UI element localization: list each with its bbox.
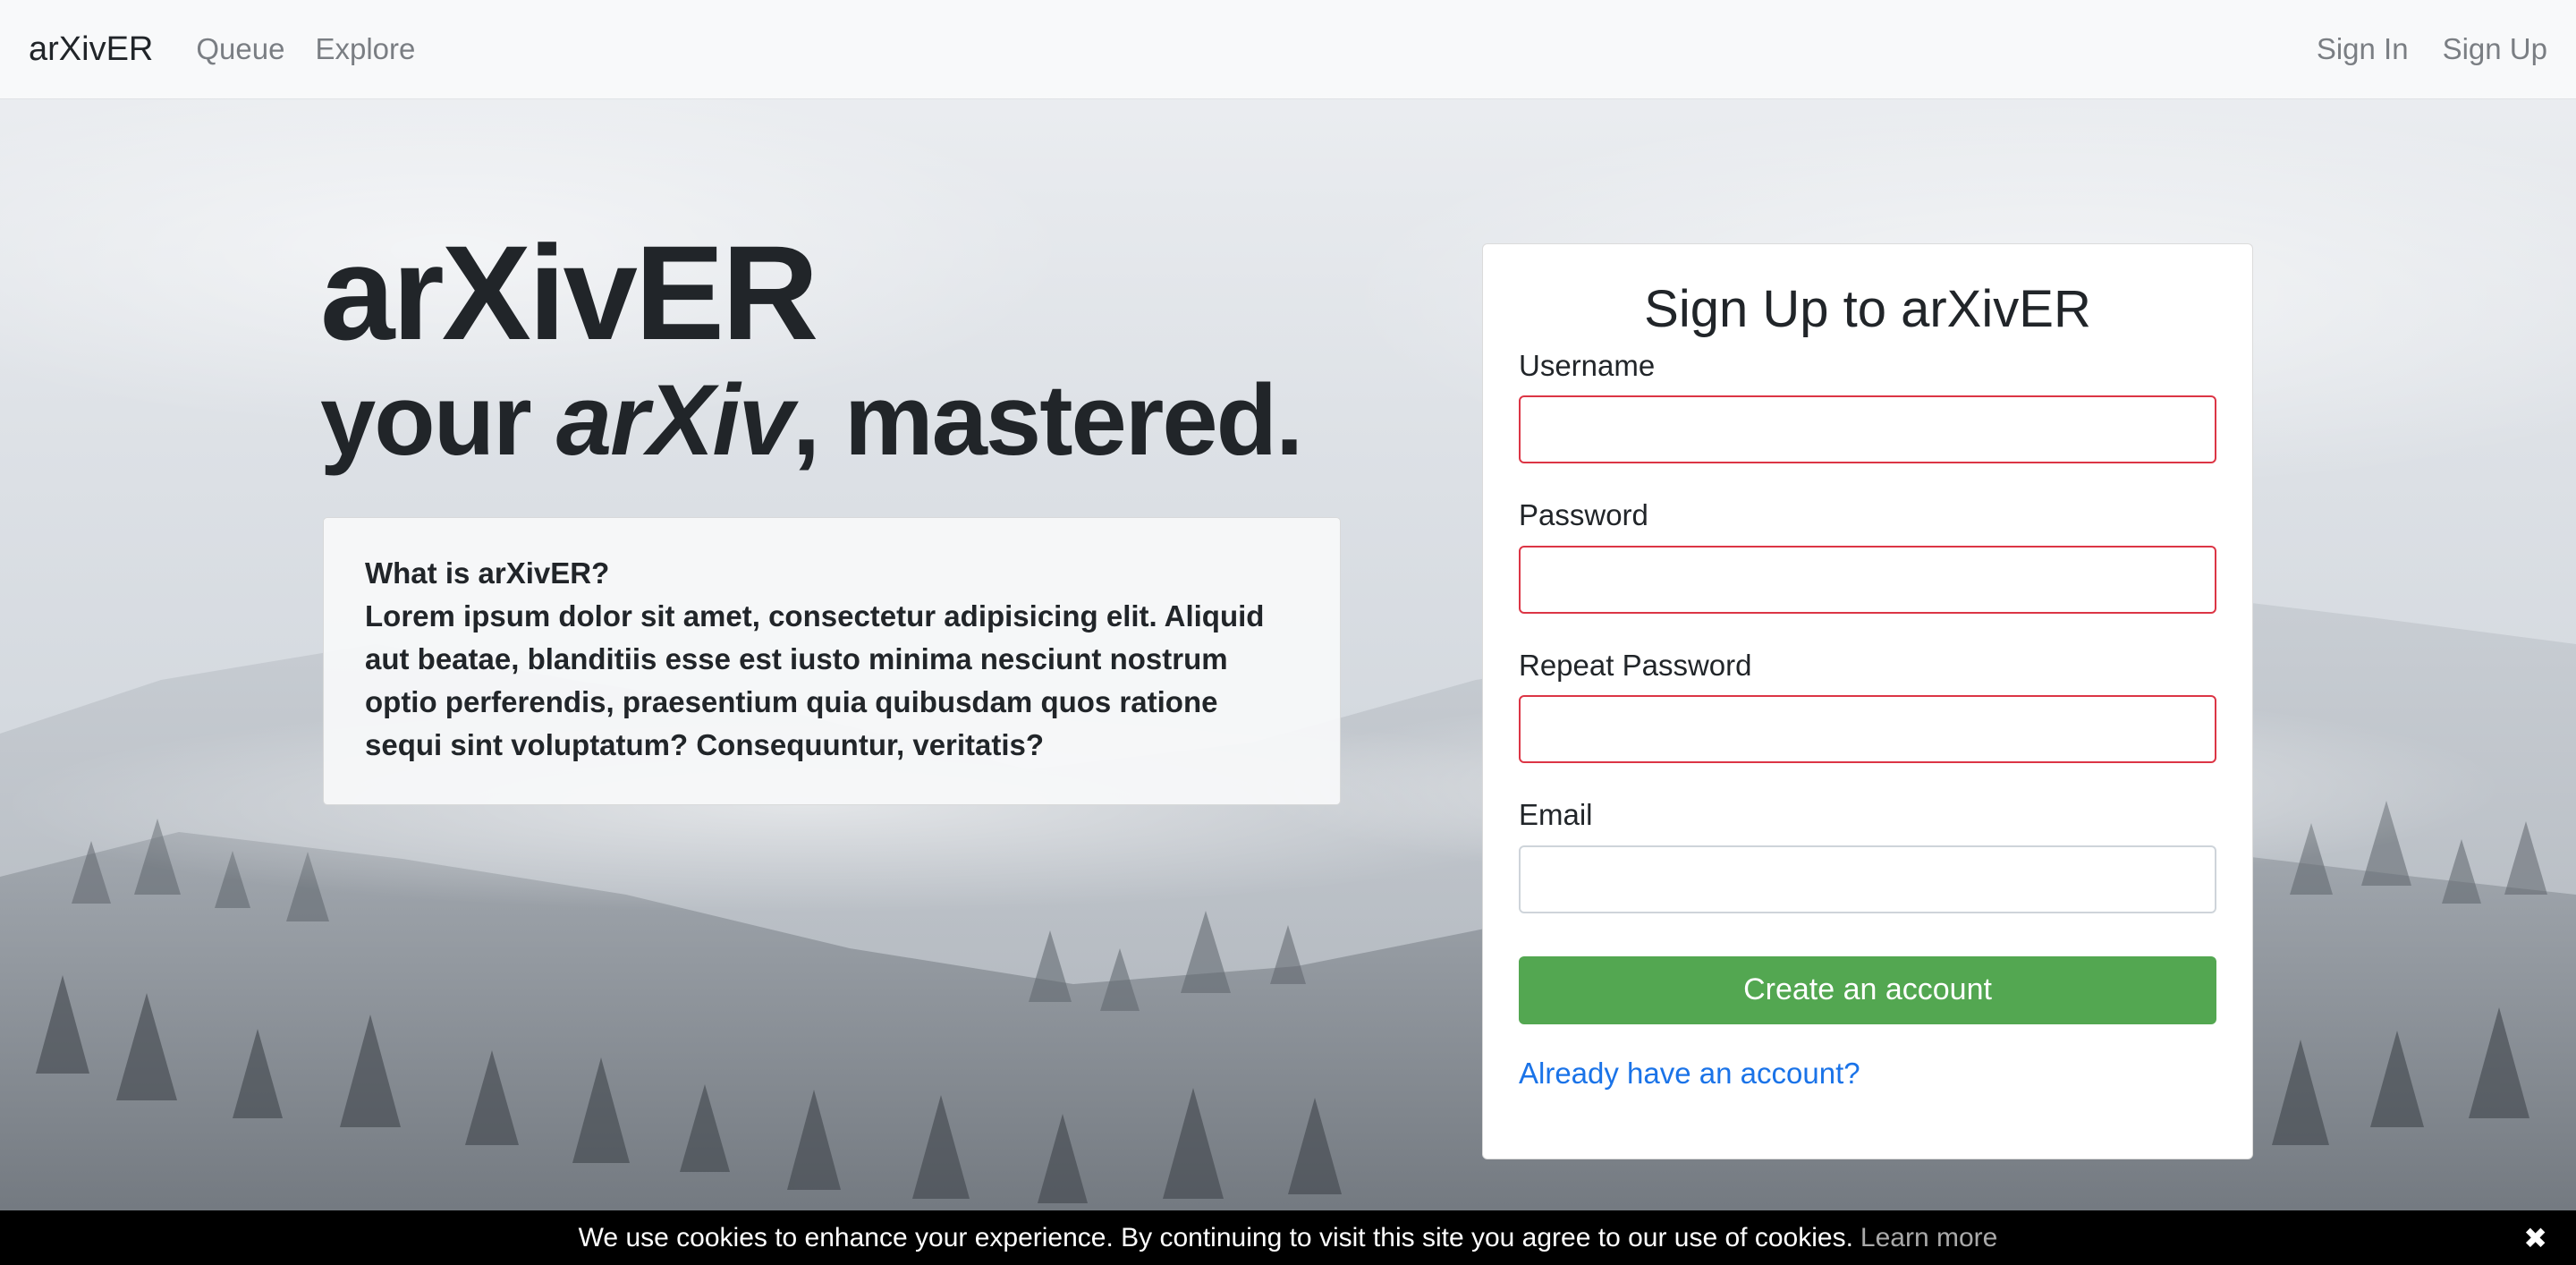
hero-subtitle-suffix: , mastered. [792, 364, 1303, 476]
password-input[interactable] [1519, 545, 2216, 614]
username-input[interactable] [1519, 395, 2216, 464]
hero-subtitle: your arXiv, mastered. [320, 370, 1303, 471]
signup-form: Sign Up to arXivER Username Password Rep… [1482, 243, 2253, 1159]
create-account-button[interactable]: Create an account [1519, 955, 2216, 1024]
cookie-banner: We use cookies to enhance your experienc… [0, 1210, 2576, 1265]
repeat-password-input[interactable] [1519, 695, 2216, 764]
nav-link-queue[interactable]: Queue [196, 32, 284, 66]
email-input[interactable] [1519, 845, 2216, 913]
hero-subtitle-prefix: your [320, 364, 556, 476]
info-heading: What is arXivER? [365, 556, 610, 590]
cookie-text: We use cookies to enhance your experienc… [578, 1222, 1853, 1252]
signup-title: Sign Up to arXivER [1644, 280, 2091, 338]
username-label: Username [1519, 348, 1656, 382]
nav-link-explore[interactable]: Explore [315, 32, 415, 66]
nav-link-sign-in[interactable]: Sign In [2317, 32, 2409, 66]
repeat-password-label: Repeat Password [1519, 648, 1752, 682]
nav-right-group: Sign In Sign Up [2283, 32, 2547, 66]
brand-link[interactable]: arXivER [29, 30, 153, 69]
navbar: arXivER Queue Explore Sign In Sign Up [0, 0, 2576, 98]
close-icon[interactable]: ✖ [2523, 1221, 2547, 1255]
hero-subtitle-emphasis: arXiv [555, 364, 794, 476]
info-card: What is arXivER? Lorem ipsum dolor sit a… [323, 517, 1341, 805]
email-label: Email [1519, 798, 1593, 832]
password-label: Password [1519, 498, 1648, 532]
hero-title: arXivER [320, 217, 818, 368]
info-body: Lorem ipsum dolor sit amet, consectetur … [365, 599, 1265, 761]
already-have-account-link[interactable]: Already have an account? [1519, 1057, 1860, 1091]
password-group: Password [1519, 497, 2216, 614]
username-group: Username [1519, 348, 2216, 464]
repeat-password-group: Repeat Password [1519, 648, 2216, 764]
email-group: Email [1519, 797, 2216, 913]
nav-link-sign-up[interactable]: Sign Up [2443, 32, 2547, 66]
cookie-learn-more-link[interactable]: Learn more [1860, 1223, 1997, 1253]
